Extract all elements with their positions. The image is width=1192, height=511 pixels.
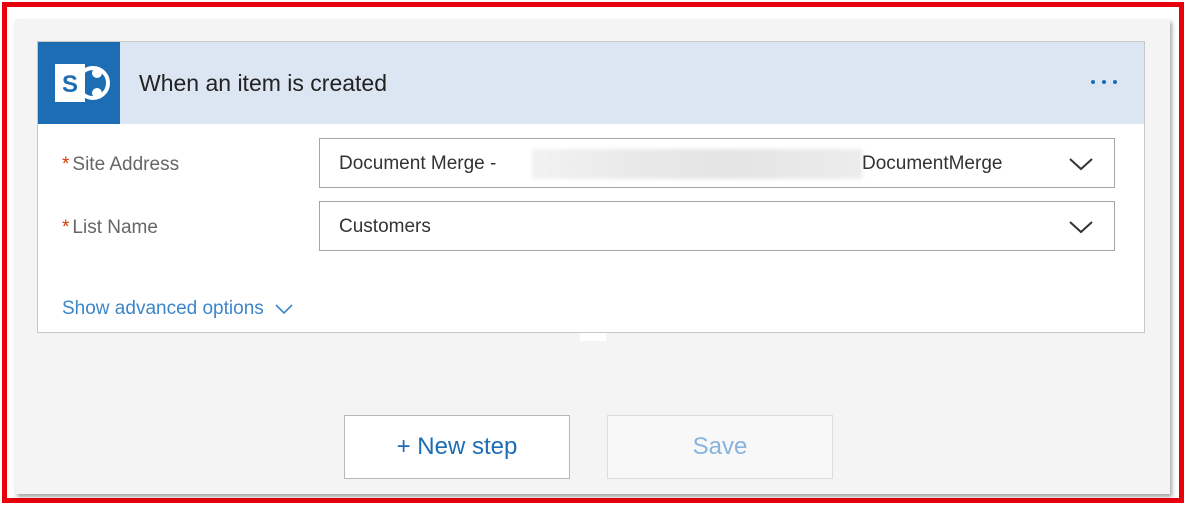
step-connector — [580, 333, 606, 341]
ellipsis-icon — [1091, 80, 1095, 84]
site-address-label-text: Site Address — [72, 154, 180, 175]
save-button[interactable]: Save — [607, 415, 833, 479]
sharepoint-icon: S — [38, 42, 120, 124]
svg-text:S: S — [62, 71, 78, 98]
site-address-value-suffix: DocumentMerge — [862, 153, 1003, 174]
site-address-dropdown[interactable]: Document Merge - DocumentMerge — [319, 138, 1115, 188]
chevron-down-icon — [1069, 221, 1093, 234]
trigger-card-header[interactable]: S When an item is created — [38, 42, 1144, 124]
list-name-value: Customers — [339, 216, 431, 237]
chevron-down-icon — [275, 304, 293, 315]
list-name-dropdown[interactable]: Customers — [319, 201, 1115, 251]
list-name-label: * List Name — [62, 217, 158, 239]
ellipsis-dot — [1113, 80, 1117, 84]
required-marker: * — [62, 154, 70, 175]
site-address-label: * Site Address — [62, 154, 179, 176]
show-advanced-options-link[interactable]: Show advanced options — [62, 298, 294, 320]
trigger-title: When an item is created — [139, 70, 388, 96]
ellipsis-dot — [1102, 80, 1106, 84]
flow-designer-canvas: S When an item is created * Site Address … — [15, 19, 1170, 494]
show-advanced-options-label: Show advanced options — [62, 298, 264, 319]
required-marker: * — [62, 217, 70, 238]
list-name-label-text: List Name — [72, 217, 158, 238]
chevron-down-icon — [1069, 158, 1093, 171]
redacted-url — [532, 149, 862, 179]
new-step-button[interactable]: + New step — [344, 415, 570, 479]
trigger-card: S When an item is created * Site Address … — [37, 41, 1145, 333]
more-options-button[interactable] — [1082, 64, 1126, 100]
site-address-value-prefix: Document Merge - — [339, 153, 497, 174]
